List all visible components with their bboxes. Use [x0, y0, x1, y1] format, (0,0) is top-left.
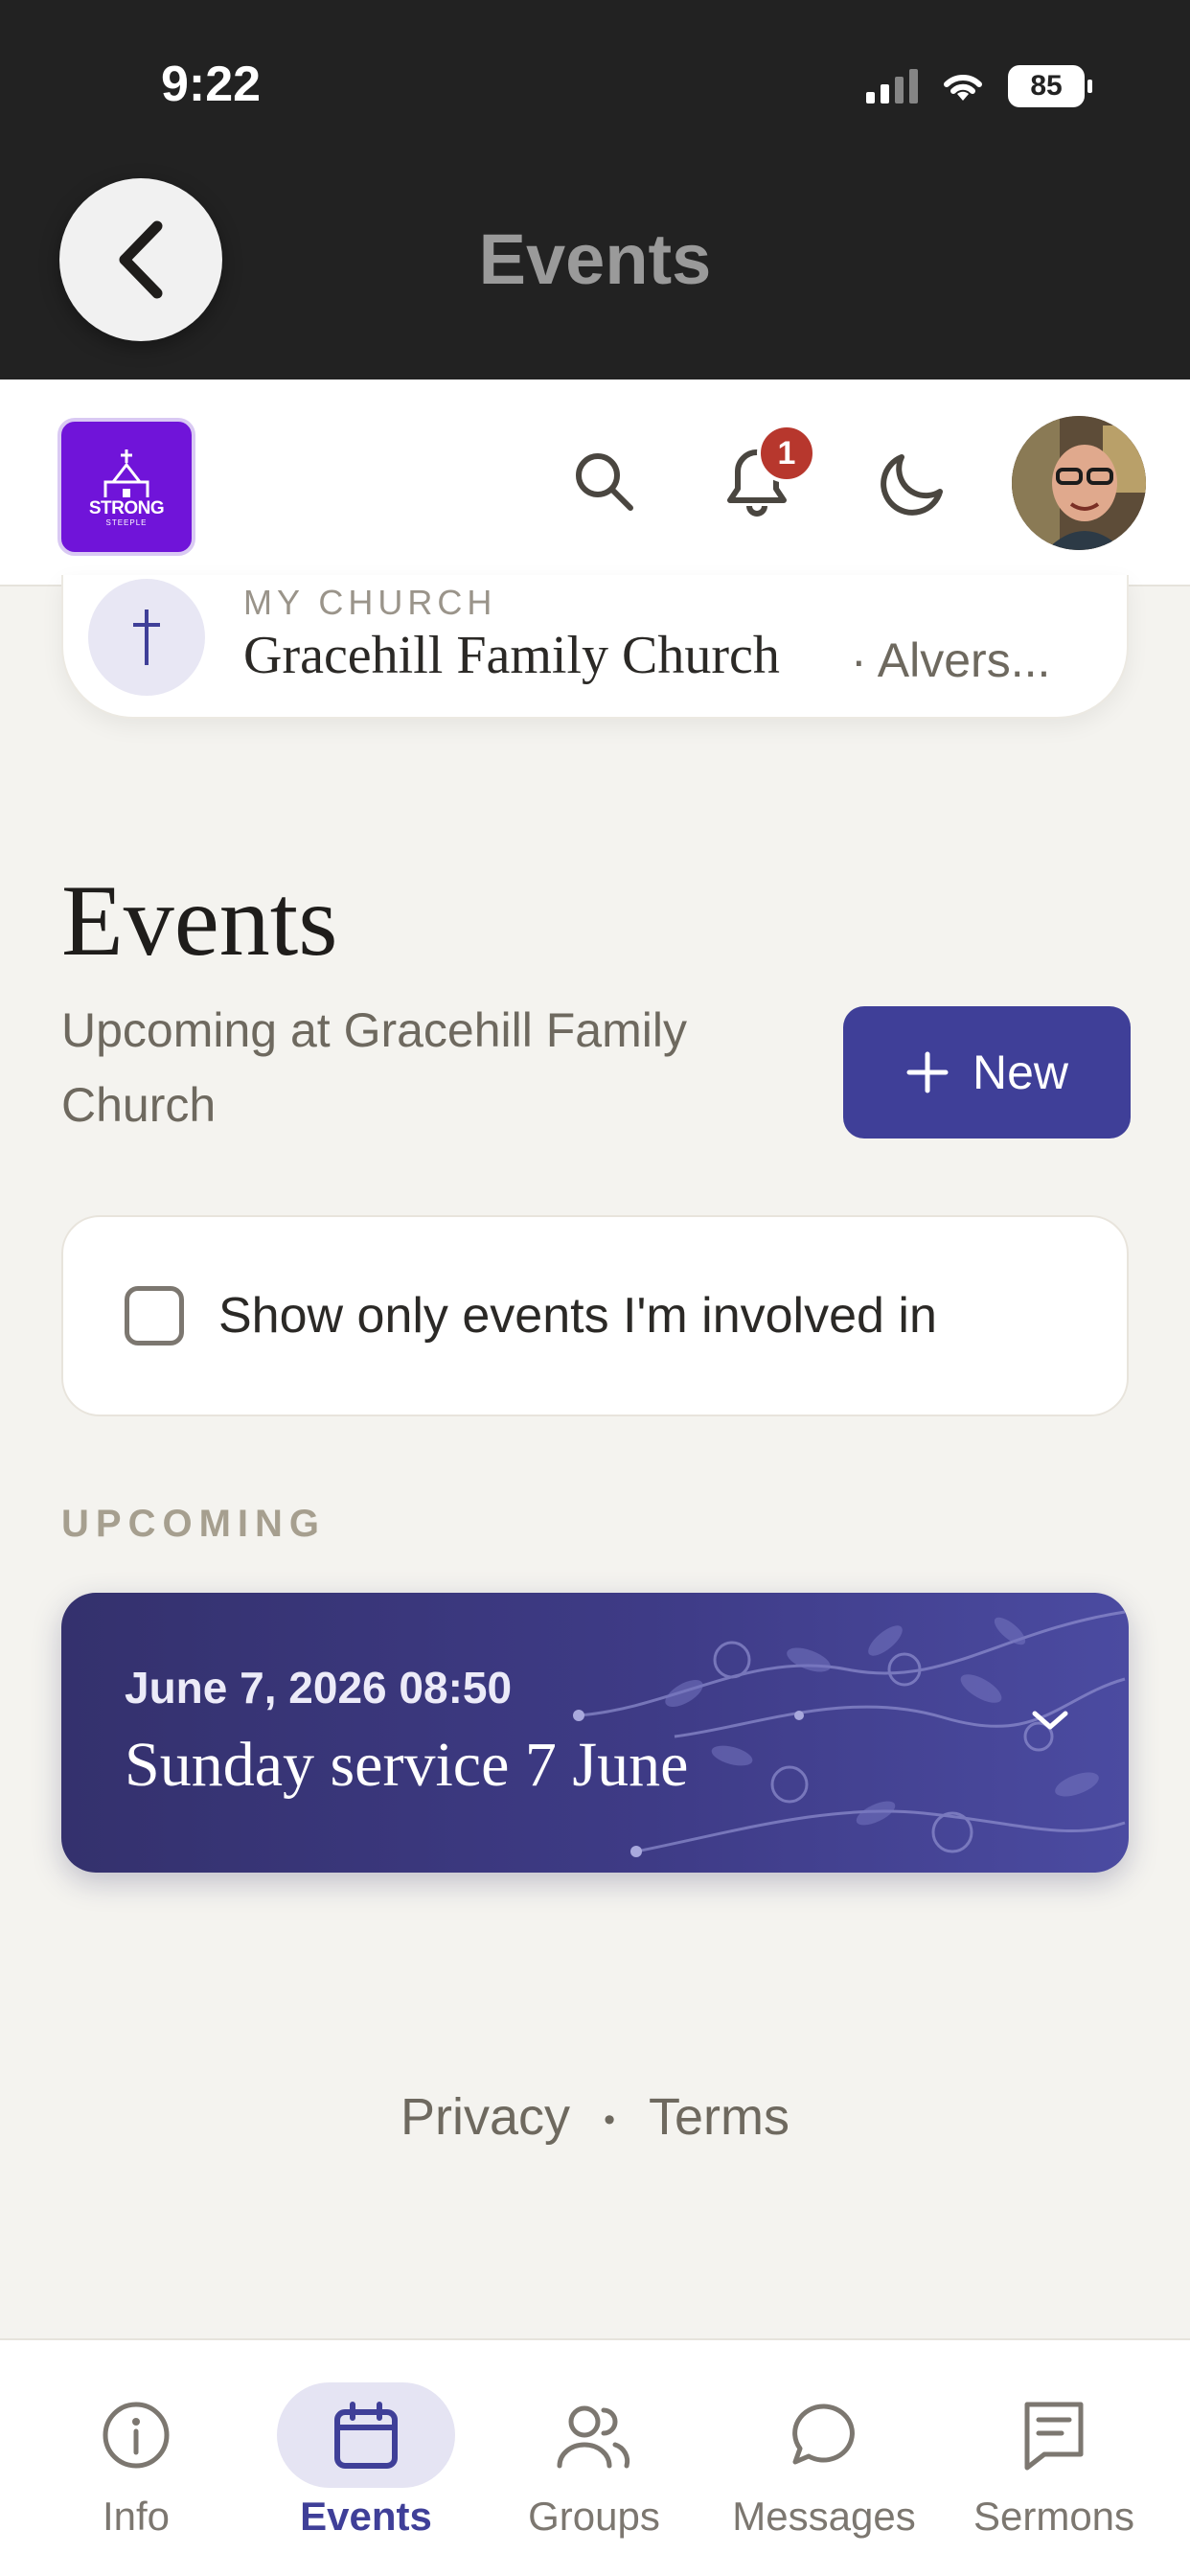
new-button-label: New — [972, 1046, 1069, 1099]
sermon-icon — [1024, 2402, 1084, 2471]
nav-label-events: Events — [300, 2494, 432, 2539]
wifi-icon — [944, 74, 982, 101]
nav-label-sermons: Sermons — [973, 2494, 1135, 2539]
church-icon-circle — [88, 579, 205, 696]
app-logo[interactable]: STRONG STEEPLE — [57, 418, 195, 556]
page-title: Events — [61, 864, 338, 977]
involved-checkbox[interactable] — [125, 1286, 184, 1346]
calendar-icon — [334, 2402, 398, 2469]
plus-icon — [906, 1051, 949, 1093]
status-time: 9:22 — [161, 57, 262, 112]
search-button[interactable] — [565, 443, 642, 519]
logo-text: STRONG — [88, 497, 165, 518]
avatar-photo — [1012, 416, 1146, 550]
groups-icon — [557, 2405, 630, 2469]
page-subtitle: Upcoming at Gracehill Family Church — [61, 1003, 687, 1132]
nav-item-groups[interactable]: Groups — [479, 2382, 709, 2540]
expand-event-button[interactable] — [1029, 1706, 1071, 1739]
logo-subtext: STEEPLE — [105, 518, 148, 527]
user-avatar[interactable] — [1012, 416, 1146, 550]
dark-mode-toggle[interactable] — [874, 443, 954, 523]
chat-icon — [792, 2404, 855, 2465]
nav-label-messages: Messages — [732, 2494, 916, 2539]
moon-icon — [881, 454, 943, 516]
header-title: Events — [478, 219, 712, 299]
status-icons: 85 — [866, 63, 1092, 109]
event-card[interactable]: June 7, 2026 08:50 Sunday service 7 June — [61, 1593, 1129, 1873]
nav-item-sermons[interactable]: Sermons — [939, 2382, 1169, 2540]
terms-link[interactable]: Terms — [649, 2088, 790, 2146]
privacy-link[interactable]: Privacy — [400, 2088, 570, 2146]
info-icon — [103, 2402, 170, 2469]
notification-badge: 1 — [757, 424, 816, 483]
nav-label-groups: Groups — [528, 2494, 660, 2539]
church-steeple-icon — [103, 448, 149, 497]
nav-item-messages[interactable]: Messages — [709, 2382, 939, 2540]
church-name: Gracehill Family Church — [243, 626, 780, 685]
nav-item-events[interactable]: Events — [251, 2382, 481, 2540]
involved-filter-label: Show only events I'm involved in — [218, 1288, 937, 1344]
my-church-label: MY CHURCH — [243, 583, 497, 622]
nav-label-info: Info — [102, 2494, 171, 2539]
new-event-button[interactable]: New — [843, 1006, 1131, 1138]
footer-links: Privacy • Terms — [0, 2087, 1190, 2147]
nav-item-info[interactable]: Info — [21, 2382, 251, 2540]
church-location: · Alvers... — [851, 633, 1051, 687]
footer-separator: • — [604, 2102, 615, 2139]
involved-filter[interactable]: Show only events I'm involved in — [61, 1215, 1129, 1416]
cellular-signal-icon — [866, 69, 918, 104]
event-title: Sunday service 7 June — [125, 1730, 689, 1800]
battery-icon: 85 — [1008, 65, 1092, 107]
search-icon — [576, 453, 633, 511]
event-date: June 7, 2026 08:50 — [125, 1663, 513, 1713]
upcoming-section-label: UPCOMING — [61, 1503, 326, 1545]
cross-icon — [133, 610, 160, 665]
chevron-down-icon — [1032, 1711, 1068, 1730]
